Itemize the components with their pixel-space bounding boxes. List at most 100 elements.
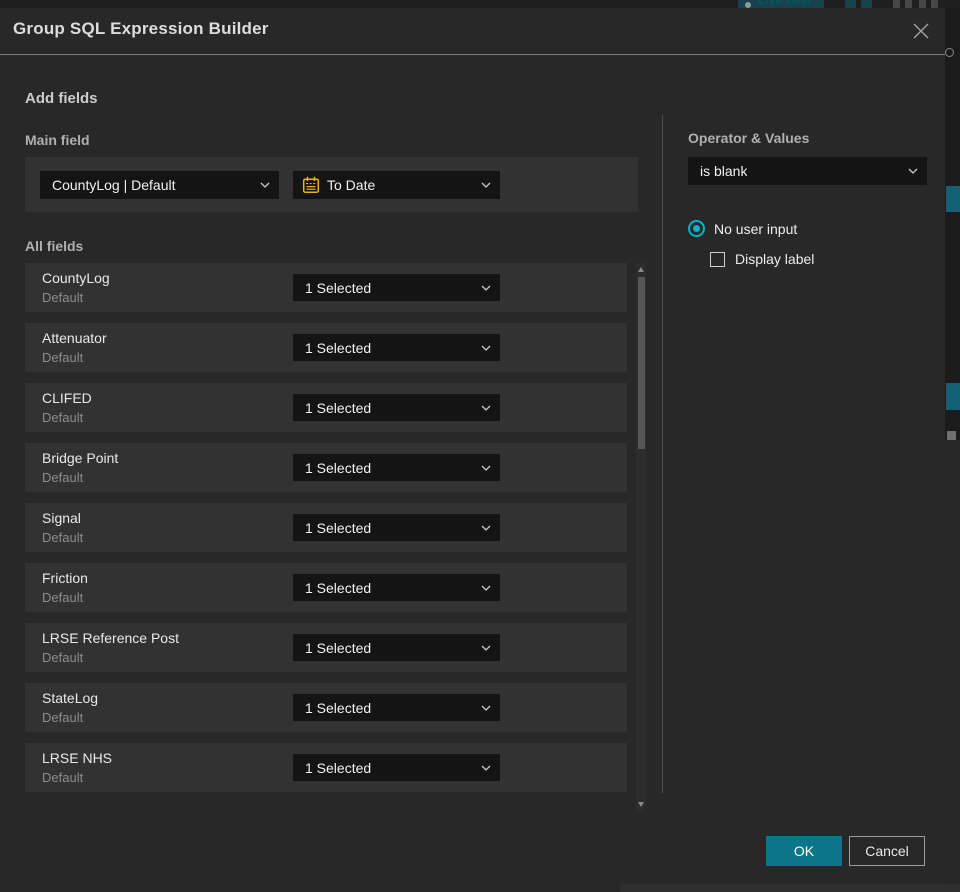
chevron-down-icon: [481, 285, 491, 291]
field-values-dropdown[interactable]: 1 Selected: [293, 454, 500, 481]
chevron-down-icon: [908, 168, 918, 174]
field-sublabel: Default: [42, 650, 84, 665]
operator-select[interactable]: is blank: [688, 157, 927, 185]
chevron-down-icon: [481, 585, 491, 591]
field-values-dropdown[interactable]: 1 Selected: [293, 754, 500, 781]
field-values-dropdown-value: 1 Selected: [305, 399, 372, 416]
add-fields-heading: Add fields: [25, 90, 98, 107]
field-values-dropdown-value: 1 Selected: [305, 579, 372, 596]
main-field-select-value: CountyLog | Default: [52, 177, 176, 193]
live-view-button[interactable]: Live view: [738, 0, 824, 8]
dialog-header: Group SQL Expression Builder: [0, 8, 945, 55]
chevron-down-icon: [481, 465, 491, 471]
toolbar-fragment: [905, 0, 912, 8]
field-row: Attenuator Default 1 Selected: [25, 323, 627, 372]
list-scrollbar[interactable]: [636, 263, 646, 811]
toolbar-fragment: [845, 0, 856, 8]
field-row: Bridge Point Default 1 Selected: [25, 443, 627, 492]
background-fragment: [946, 383, 960, 410]
field-name: Friction: [42, 570, 88, 586]
field-values-dropdown[interactable]: 1 Selected: [293, 574, 500, 601]
field-values-dropdown-value: 1 Selected: [305, 639, 372, 656]
toolbar-fragment: [919, 0, 926, 8]
display-label-label: Display label: [735, 251, 815, 267]
toolbar-fragment: [861, 0, 872, 8]
close-button[interactable]: [908, 18, 934, 44]
chevron-down-icon: [481, 525, 491, 531]
field-values-dropdown[interactable]: 1 Selected: [293, 514, 500, 541]
field-row: StateLog Default 1 Selected: [25, 683, 627, 732]
field-values-dropdown[interactable]: 1 Selected: [293, 694, 500, 721]
chevron-down-icon: [481, 705, 491, 711]
field-row: Signal Default 1 Selected: [25, 503, 627, 552]
background-fragment: [945, 48, 954, 57]
field-row: CLIFED Default 1 Selected: [25, 383, 627, 432]
cancel-button[interactable]: Cancel: [849, 836, 925, 866]
chevron-down-icon: [481, 765, 491, 771]
dialog-title: Group SQL Expression Builder: [13, 19, 269, 38]
main-field-heading: Main field: [25, 132, 90, 148]
field-sublabel: Default: [42, 290, 84, 305]
checkbox-unchecked-icon[interactable]: [710, 251, 725, 267]
toolbar-fragment: [931, 0, 938, 8]
radio-selected-icon[interactable]: [688, 220, 705, 237]
field-row: Friction Default 1 Selected: [25, 563, 627, 612]
field-values-dropdown[interactable]: 1 Selected: [293, 274, 500, 301]
calendar-icon: [302, 176, 320, 193]
field-values-dropdown-value: 1 Selected: [305, 699, 372, 716]
field-name: Bridge Point: [42, 450, 119, 466]
all-fields-list: CountyLog Default 1 Selected Attenuator …: [25, 263, 627, 803]
chevron-down-icon: [260, 182, 270, 188]
main-field-select[interactable]: CountyLog | Default: [40, 171, 279, 199]
no-user-input-label: No user input: [714, 220, 798, 237]
field-values-dropdown[interactable]: 1 Selected: [293, 394, 500, 421]
operator-select-value: is blank: [700, 163, 748, 179]
chevron-down-icon: [481, 345, 491, 351]
field-name: LRSE NHS: [42, 750, 113, 766]
background-app-toolbar: Live view: [0, 0, 960, 8]
main-field-panel: CountyLog | Default To Date: [25, 157, 638, 212]
field-sublabel: Default: [42, 710, 84, 725]
close-icon: [913, 23, 929, 39]
live-view-label: Live view: [758, 0, 812, 7]
field-sublabel: Default: [42, 470, 84, 485]
field-name: CountyLog: [42, 270, 110, 286]
field-name: Signal: [42, 510, 81, 526]
scrollbar-thumb[interactable]: [637, 277, 645, 449]
chevron-down-icon: [481, 405, 491, 411]
display-label-checkbox-row[interactable]: Display label: [710, 251, 814, 267]
screen: Live view Group SQL Expression Builder A…: [0, 0, 960, 892]
field-sublabel: Default: [42, 350, 84, 365]
panel-divider: [662, 115, 663, 793]
toolbar-fragment: [893, 0, 900, 8]
field-name: StateLog: [42, 690, 99, 706]
background-fragment: [946, 186, 960, 212]
field-values-dropdown[interactable]: 1 Selected: [293, 634, 500, 661]
chevron-down-icon: [481, 645, 491, 651]
date-type-select[interactable]: To Date: [293, 171, 500, 199]
field-sublabel: Default: [42, 590, 84, 605]
field-row: CountyLog Default 1 Selected: [25, 263, 627, 312]
field-row: LRSE Reference Post Default 1 Selected: [25, 623, 627, 672]
field-row: LRSE NHS Default 1 Selected: [25, 743, 627, 792]
all-fields-heading: All fields: [25, 238, 84, 254]
field-name: LRSE Reference Post: [42, 630, 179, 646]
field-name: CLIFED: [42, 390, 92, 406]
group-sql-expression-builder-dialog: Group SQL Expression Builder Add fields …: [0, 8, 945, 884]
field-values-dropdown[interactable]: 1 Selected: [293, 334, 500, 361]
ok-button[interactable]: OK: [766, 836, 842, 866]
operator-values-heading: Operator & Values: [688, 130, 810, 146]
field-name: Attenuator: [42, 330, 107, 346]
date-type-select-value: To Date: [327, 177, 376, 193]
field-sublabel: Default: [42, 410, 84, 425]
field-sublabel: Default: [42, 530, 84, 545]
scrollbar-up-arrow-icon[interactable]: [638, 267, 644, 272]
field-sublabel: Default: [42, 770, 84, 785]
field-values-dropdown-value: 1 Selected: [305, 519, 372, 536]
background-app-sidebar: [945, 8, 960, 440]
scrollbar-down-arrow-icon[interactable]: [638, 802, 644, 807]
background-fragment: [620, 884, 960, 892]
field-values-dropdown-value: 1 Selected: [305, 459, 372, 476]
chevron-down-icon: [481, 182, 491, 188]
no-user-input-radio[interactable]: No user input: [688, 220, 797, 237]
